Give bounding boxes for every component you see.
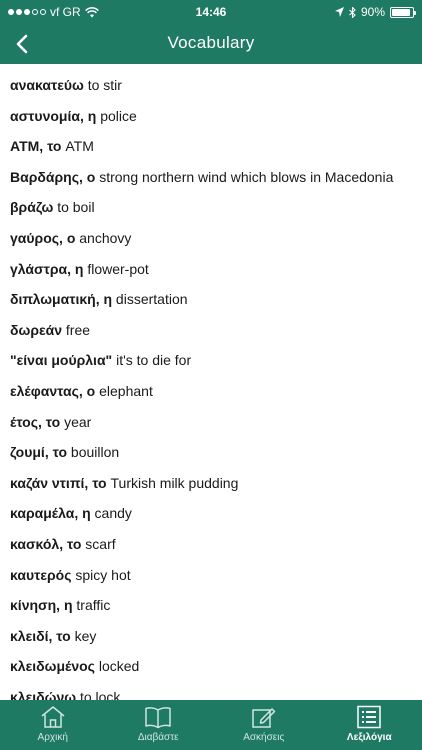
- list-item[interactable]: κλειδώνω to lock: [10, 682, 412, 700]
- vocab-meaning: strong northern wind which blows in Mace…: [99, 168, 394, 185]
- vocab-term: ελέφαντας, ο: [10, 382, 96, 399]
- list-item[interactable]: κλειδωμένος locked: [10, 651, 412, 682]
- vocab-meaning: key: [74, 627, 97, 644]
- vocab-meaning: traffic: [76, 597, 111, 614]
- tab-exercises[interactable]: Ασκήσεις: [211, 700, 317, 750]
- page-title: Vocabulary: [167, 33, 255, 52]
- vocab-meaning: year: [64, 413, 92, 430]
- book-icon: [145, 707, 171, 729]
- vocab-meaning: police: [100, 107, 137, 124]
- vocab-meaning: Turkish milk pudding: [110, 474, 239, 491]
- vocab-meaning: free: [65, 321, 91, 338]
- list-item[interactable]: γαύρος, ο anchovy: [10, 223, 412, 254]
- tab-read[interactable]: Διαβάστε: [106, 700, 212, 750]
- list-item[interactable]: καραμέλα, η candy: [10, 498, 412, 529]
- status-bar: vf GR 14:46 90%: [0, 0, 422, 24]
- vocab-term: καυτερός: [10, 566, 72, 583]
- tab-label: Ασκήσεις: [243, 732, 285, 743]
- list-item[interactable]: "είναι μούρλια" it's to die for: [10, 345, 412, 376]
- vocab-term: γαύρος, ο: [10, 229, 76, 246]
- vocab-term: δωρεάν: [10, 321, 63, 338]
- vocab-meaning: dissertation: [115, 291, 188, 308]
- list-item[interactable]: καυτερός spicy hot: [10, 560, 412, 591]
- list-item[interactable]: ζουμί, το bouillon: [10, 437, 412, 468]
- vocab-meaning: anchovy: [79, 229, 132, 246]
- vocab-term: βράζω: [10, 199, 54, 216]
- vocab-meaning: bouillon: [70, 444, 120, 461]
- list-item[interactable]: ATM, το ATM: [10, 131, 412, 162]
- list-item[interactable]: βράζω to boil: [10, 192, 412, 223]
- vocab-term: κλειδί, το: [10, 627, 71, 644]
- list-item[interactable]: αστυνομία, η police: [10, 101, 412, 132]
- list-item[interactable]: καζάν ντιπί, το Turkish milk pudding: [10, 468, 412, 499]
- battery-icon: [390, 6, 416, 18]
- bluetooth-icon: [349, 6, 356, 18]
- vocab-meaning: candy: [94, 505, 132, 522]
- vocab-meaning: ATM: [65, 138, 94, 155]
- list-item[interactable]: ανακατεύω to stir: [10, 70, 412, 101]
- vocab-term: "είναι μούρλια": [10, 352, 113, 369]
- navigation-bar: Vocabulary: [0, 24, 422, 64]
- list-item[interactable]: κίνηση, η traffic: [10, 590, 412, 621]
- status-right-group: 90%: [334, 5, 416, 19]
- vocab-term: έτος, το: [10, 413, 61, 430]
- vocab-meaning: flower-pot: [87, 260, 149, 277]
- tab-home[interactable]: Αρχική: [0, 700, 106, 750]
- vocab-term: καραμέλα, η: [10, 505, 91, 522]
- list-item[interactable]: διπλωματική, η dissertation: [10, 284, 412, 315]
- list-item[interactable]: κασκόλ, το scarf: [10, 529, 412, 560]
- vocab-term: ανακατεύω: [10, 77, 84, 93]
- vocab-term: καζάν ντιπί, το: [10, 474, 107, 491]
- vocab-term: ATM, το: [10, 138, 62, 155]
- vocab-meaning: spicy hot: [75, 566, 131, 583]
- location-arrow-icon: [334, 7, 344, 17]
- tab-label: Λεξιλόγια: [346, 732, 392, 743]
- vocab-term: ζουμί, το: [10, 444, 68, 461]
- vocab-term: γλάστρα, η: [10, 260, 84, 277]
- vocab-meaning: to stir: [87, 77, 122, 93]
- vocabulary-list[interactable]: ανακατεύω to stir αστυνομία, η police AT…: [0, 64, 422, 700]
- vocab-term: αστυνομία, η: [10, 107, 97, 124]
- vocab-term: κασκόλ, το: [10, 535, 82, 552]
- home-icon: [41, 706, 65, 728]
- vocab-term: Βαρδάρης, ο: [10, 168, 96, 185]
- vocab-meaning: elephant: [99, 382, 153, 399]
- vocab-term: κλειδώνω: [10, 688, 77, 700]
- tab-label: Διαβάστε: [137, 732, 179, 743]
- vocab-term: κλειδωμένος: [10, 658, 95, 675]
- tab-bar: Αρχική Διαβάστε Ασκήσεις Λεξιλόγια: [0, 700, 422, 750]
- tab-vocabulary[interactable]: Λεξιλόγια: [317, 700, 422, 750]
- vocab-meaning: it's to die for: [116, 352, 192, 369]
- list-item[interactable]: έτος, το year: [10, 407, 412, 438]
- vocab-meaning: locked: [98, 658, 140, 675]
- vocab-term: κίνηση, η: [10, 597, 73, 614]
- vocab-meaning: to lock: [79, 688, 121, 700]
- list-item[interactable]: κλειδί, το key: [10, 621, 412, 652]
- list-item[interactable]: Βαρδάρης, ο strong northern wind which b…: [10, 162, 412, 193]
- list-icon: [357, 705, 381, 729]
- vocab-meaning: scarf: [85, 535, 116, 552]
- vocab-meaning: to boil: [57, 199, 95, 216]
- tab-label: Αρχική: [37, 732, 68, 743]
- list-item[interactable]: ελέφαντας, ο elephant: [10, 376, 412, 407]
- list-item[interactable]: γλάστρα, η flower-pot: [10, 254, 412, 285]
- battery-percent: 90%: [360, 5, 385, 19]
- vocab-term: διπλωματική, η: [10, 291, 113, 308]
- list-item[interactable]: δωρεάν free: [10, 315, 412, 346]
- pencil-edit-icon: [252, 708, 275, 728]
